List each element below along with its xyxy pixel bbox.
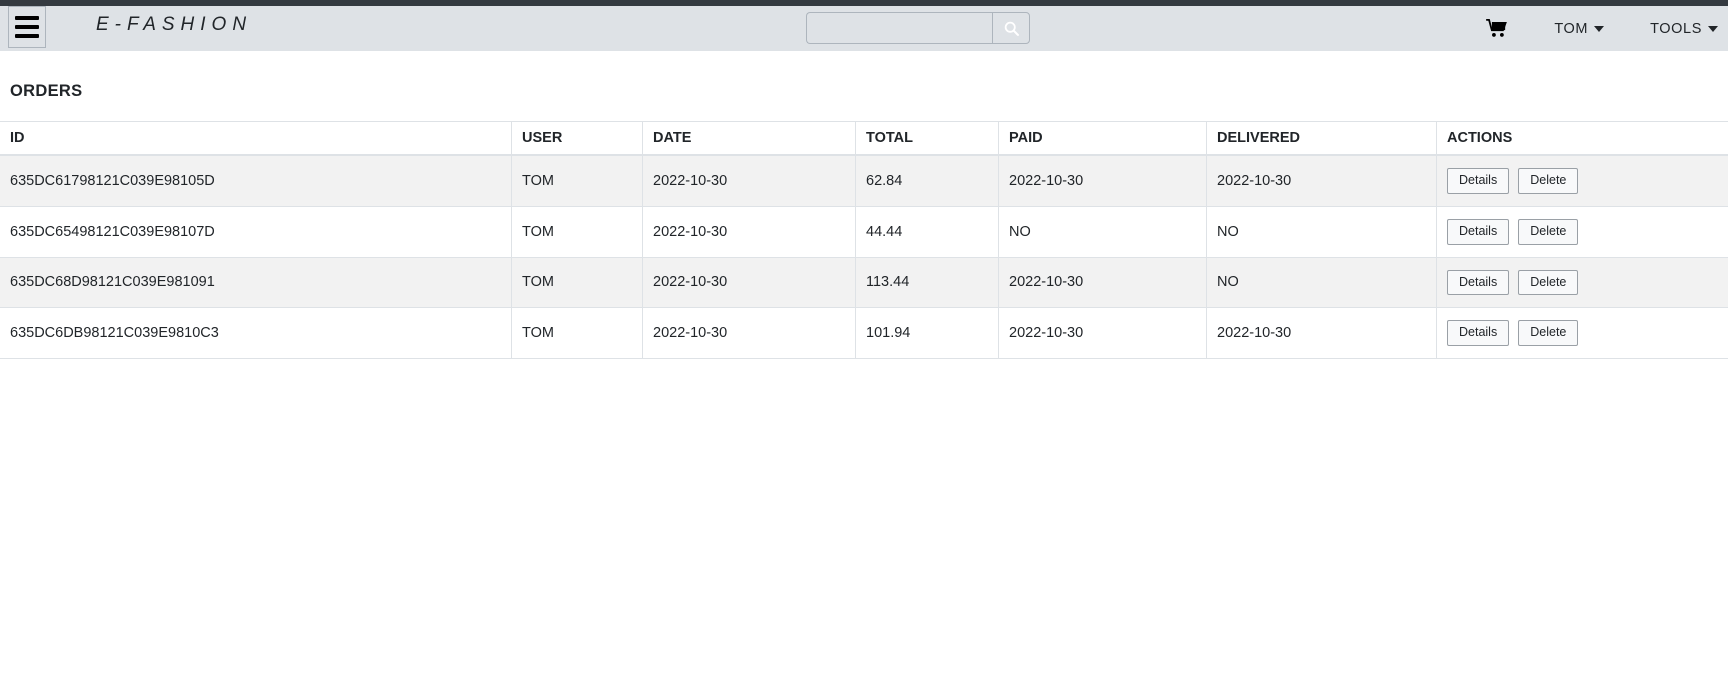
delete-button[interactable]: Delete	[1518, 218, 1579, 245]
user-menu-label: TOM	[1554, 20, 1589, 37]
hamburger-icon-bar	[15, 16, 39, 20]
shopping-cart-icon	[1486, 19, 1508, 38]
cell-delivered: NO	[1206, 257, 1437, 309]
search-input[interactable]	[806, 12, 992, 44]
cell-id: 635DC65498121C039E98107D	[0, 206, 512, 258]
cell-user: TOM	[511, 155, 643, 207]
cell-date: 2022-10-30	[642, 206, 856, 258]
cell-actions: Details Delete	[1436, 206, 1728, 258]
navbar-right-items: TOM TOOLS	[1486, 6, 1718, 51]
column-header-date: DATE	[642, 121, 856, 156]
cell-paid: NO	[998, 206, 1207, 258]
top-navbar: E-FASHION TOM TOOLS	[0, 6, 1728, 51]
hamburger-menu-button[interactable]	[8, 6, 46, 48]
cell-paid: 2022-10-30	[998, 307, 1207, 359]
column-header-total: TOTAL	[855, 121, 999, 156]
orders-table: ID USER DATE TOTAL PAID DELIVERED ACTION…	[0, 121, 1728, 359]
delete-button[interactable]: Delete	[1518, 320, 1579, 346]
tools-menu[interactable]: TOOLS	[1650, 21, 1718, 37]
cell-id: 635DC61798121C039E98105D	[0, 155, 512, 207]
cell-user: TOM	[511, 206, 643, 258]
cart-button[interactable]	[1486, 19, 1508, 38]
details-button[interactable]: Details	[1447, 320, 1510, 346]
details-button[interactable]: Details	[1447, 269, 1510, 296]
tools-menu-label: TOOLS	[1650, 20, 1702, 37]
cell-user: TOM	[511, 257, 643, 309]
cell-paid: 2022-10-30	[998, 257, 1207, 309]
column-header-user: USER	[511, 121, 643, 156]
chevron-down-icon	[1594, 25, 1605, 32]
cell-paid: 2022-10-30	[998, 155, 1207, 207]
table-row: 635DC65498121C039E98107D TOM 2022-10-30 …	[0, 206, 1728, 258]
cell-actions: Details Delete	[1436, 307, 1728, 359]
cell-date: 2022-10-30	[642, 257, 856, 309]
cell-total: 101.94	[855, 307, 999, 359]
cell-total: 44.44	[855, 206, 999, 258]
column-header-delivered: DELIVERED	[1206, 121, 1437, 156]
details-button[interactable]: Details	[1447, 168, 1510, 194]
cell-total: 62.84	[855, 155, 999, 207]
table-row: 635DC6DB98121C039E9810C3 TOM 2022-10-30 …	[0, 307, 1728, 359]
cell-date: 2022-10-30	[642, 307, 856, 359]
cell-delivered: 2022-10-30	[1206, 155, 1437, 207]
search-button[interactable]	[992, 12, 1030, 44]
user-menu-tom[interactable]: TOM	[1554, 20, 1605, 37]
main-content: ORDERS ID USER DATE TOTAL PAID DELIVERED…	[0, 51, 1728, 359]
delete-button[interactable]: Delete	[1518, 269, 1579, 296]
cell-delivered: 2022-10-30	[1206, 307, 1437, 359]
cell-actions: Details Delete	[1436, 155, 1728, 207]
cell-id: 635DC68D98121C039E981091	[0, 257, 512, 309]
column-header-id: ID	[0, 121, 512, 156]
cell-user: TOM	[511, 307, 643, 359]
table-row: 635DC61798121C039E98105D TOM 2022-10-30 …	[0, 155, 1728, 207]
column-header-paid: PAID	[998, 121, 1207, 156]
cell-delivered: NO	[1206, 206, 1437, 258]
search-group	[806, 12, 1030, 44]
table-header-row: ID USER DATE TOTAL PAID DELIVERED ACTION…	[0, 121, 1728, 156]
delete-button[interactable]: Delete	[1518, 168, 1579, 194]
brand-logo[interactable]: E-FASHION	[96, 14, 252, 36]
orders-table-body: 635DC61798121C039E98105D TOM 2022-10-30 …	[0, 155, 1728, 359]
column-header-actions: ACTIONS	[1436, 121, 1728, 156]
hamburger-icon-bar	[15, 25, 39, 29]
orders-table-head: ID USER DATE TOTAL PAID DELIVERED ACTION…	[0, 121, 1728, 156]
hamburger-icon-bar	[15, 34, 39, 38]
table-row: 635DC68D98121C039E981091 TOM 2022-10-30 …	[0, 257, 1728, 309]
cell-total: 113.44	[855, 257, 999, 309]
details-button[interactable]: Details	[1447, 218, 1510, 245]
search-icon	[1003, 20, 1020, 37]
cell-actions: Details Delete	[1436, 257, 1728, 309]
chevron-down-icon	[1708, 25, 1718, 32]
page-title: ORDERS	[10, 82, 83, 100]
cell-id: 635DC6DB98121C039E9810C3	[0, 307, 512, 359]
cell-date: 2022-10-30	[642, 155, 856, 207]
